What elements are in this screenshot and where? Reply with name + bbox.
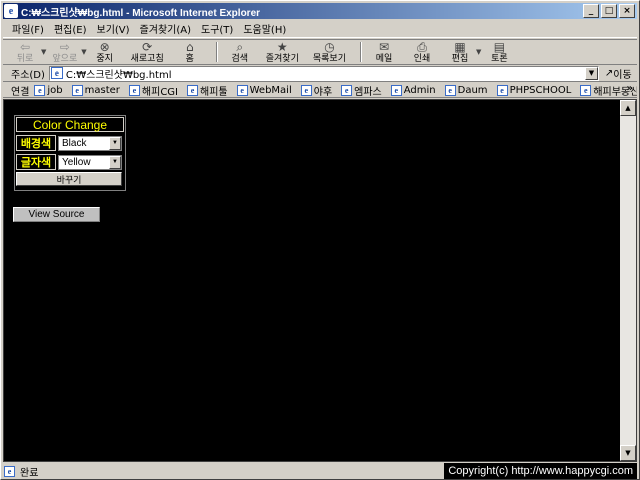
standard-toolbar: ⇦ 뒤로 ▼ ⇨ 앞으로 ▼ ⊗ 중지 ⟳ 새로고침 ⌂ 홈 ⌕ 검색 ★ 즐겨…	[3, 39, 637, 65]
address-dropdown-icon[interactable]: ▼	[584, 66, 598, 80]
page-icon: e	[496, 84, 508, 96]
home-button[interactable]: ⌂ 홈	[178, 39, 202, 65]
forward-arrow-icon: ⇨	[59, 40, 70, 54]
view-source-button[interactable]: View Source	[13, 207, 100, 222]
page-icon: e	[341, 84, 353, 96]
menu-file[interactable]: 파일(F)	[12, 21, 44, 36]
edit-button[interactable]: ▦ 편집	[448, 39, 472, 65]
link-yahoo[interactable]: e 야후	[300, 83, 332, 97]
history-button[interactable]: ◷ 목록보기	[313, 39, 346, 65]
text-color-select[interactable]: Yellow ▼	[58, 154, 122, 170]
favorites-icon: ★	[276, 40, 288, 54]
address-input[interactable]: e C:₩스크린샷₩bg.html ▼	[48, 65, 599, 81]
address-label: 주소(D)	[11, 69, 45, 81]
discuss-button[interactable]: ▤ 토론	[487, 39, 511, 65]
refresh-icon: ⟳	[142, 40, 153, 54]
scroll-down-button[interactable]: ▼	[620, 445, 636, 461]
link-admin[interactable]: e Admin	[390, 84, 436, 96]
forward-button[interactable]: ⇨ 앞으로	[52, 39, 77, 65]
menu-favorites[interactable]: 즐겨찾기(A)	[140, 21, 191, 36]
link-happycgi[interactable]: e 해피CGI	[128, 83, 178, 97]
text-color-label: 글자색	[16, 154, 56, 170]
bg-color-select[interactable]: Black ▼	[58, 135, 122, 151]
browser-window: e C:₩스크린샷₩bg.html - Microsoft Internet E…	[0, 0, 640, 480]
mail-icon: ✉	[378, 40, 390, 54]
maximize-button[interactable]: □	[601, 4, 617, 18]
page-icon: e	[128, 84, 140, 96]
page-icon: e	[71, 84, 83, 96]
address-bar: 주소(D) e C:₩스크린샷₩bg.html ▼ ↗ 이동	[3, 65, 637, 82]
menu-edit[interactable]: 편집(E)	[54, 21, 87, 36]
go-button[interactable]: ↗ 이동	[605, 66, 632, 81]
chevron-down-icon[interactable]: ▼	[109, 136, 121, 150]
change-button[interactable]: 바꾸기	[15, 171, 123, 187]
page-icon: e	[187, 84, 199, 96]
link-happytool[interactable]: e 해피툴	[186, 83, 228, 97]
text-color-value: Yellow	[62, 156, 91, 168]
print-button[interactable]: ⎙ 인쇄	[410, 39, 434, 65]
more-links-icon[interactable]: »	[627, 83, 633, 94]
print-icon: ⎙	[417, 39, 427, 54]
back-arrow-icon: ⇦	[19, 40, 31, 54]
color-change-form: Color Change 배경색 Black ▼ 글자색 Yellow ▼ 바꾸…	[14, 115, 126, 191]
search-button[interactable]: ⌕ 검색	[228, 39, 252, 65]
go-arrow-icon: ↗	[604, 67, 614, 79]
page-icon: e	[300, 84, 312, 96]
mail-button[interactable]: ✉ 메일	[372, 39, 396, 65]
link-job[interactable]: e job	[33, 84, 63, 96]
favorites-button[interactable]: ★ 즐겨찾기	[266, 39, 299, 65]
page-icon: e	[580, 84, 592, 96]
toolbar-separator	[360, 42, 362, 62]
form-title: Color Change	[16, 117, 124, 132]
bg-color-value: Black	[62, 137, 87, 149]
stop-icon: ⊗	[99, 40, 110, 54]
toolbar-separator	[215, 42, 218, 62]
stop-button[interactable]: ⊗ 중지	[93, 39, 117, 65]
menu-help[interactable]: 도움말(H)	[243, 21, 286, 36]
home-icon: ⌂	[185, 40, 194, 54]
link-daum[interactable]: e Daum	[444, 84, 488, 96]
title-bar[interactable]: e C:₩스크린샷₩bg.html - Microsoft Internet E…	[3, 3, 637, 19]
close-button[interactable]: ×	[619, 4, 635, 18]
bg-color-row: 배경색 Black ▼	[16, 134, 124, 152]
vertical-scrollbar[interactable]: ▲ ▼	[620, 100, 636, 461]
page-icon: e	[4, 465, 15, 477]
link-phpschool[interactable]: e PHPSCHOOL	[496, 84, 571, 96]
page-viewport: Color Change 배경색 Black ▼ 글자색 Yellow ▼ 바꾸…	[3, 99, 637, 462]
link-empas[interactable]: e 엠파스	[340, 83, 382, 97]
status-bar: e 완료 Copyright(c) http://www.happycgi.co…	[3, 463, 637, 479]
links-bar: 연결 e job e master e 해피CGI e 해피툴 e WebMail e 야후…	[3, 83, 637, 98]
window-title: C:₩스크린샷₩bg.html - Microsoft Internet Exp…	[21, 7, 261, 19]
link-master[interactable]: e master	[71, 84, 120, 96]
back-button[interactable]: ⇦ 뒤로	[13, 39, 37, 65]
bg-color-label: 배경색	[16, 135, 56, 151]
scroll-up-button[interactable]: ▲	[620, 100, 636, 116]
edit-icon: ▦	[454, 40, 466, 54]
menu-bar: 파일(F) 편집(E) 보기(V) 즐겨찾기(A) 도구(T) 도움말(H)	[3, 20, 637, 38]
search-icon: ⌕	[236, 39, 244, 54]
minimize-button[interactable]: _	[583, 4, 599, 18]
link-webmail[interactable]: e WebMail	[236, 84, 292, 96]
page-icon: e	[50, 67, 63, 79]
status-text: 완료	[20, 467, 39, 479]
page-icon: e	[34, 84, 46, 96]
back-dropdown-icon[interactable]: ▼	[41, 48, 46, 56]
copyright-text: Copyright(c) http://www.happycgi.com	[444, 463, 637, 479]
page-icon: e	[390, 84, 402, 96]
discuss-icon: ▤	[493, 40, 506, 54]
edit-dropdown-icon[interactable]: ▼	[476, 48, 481, 56]
page-icon: e	[444, 84, 456, 96]
forward-dropdown-icon[interactable]: ▼	[81, 48, 86, 56]
ie-logo-icon: e	[4, 4, 18, 18]
menu-view[interactable]: 보기(V)	[97, 21, 130, 36]
history-icon: ◷	[324, 40, 335, 54]
refresh-button[interactable]: ⟳ 새로고침	[131, 39, 164, 65]
chevron-down-icon[interactable]: ▼	[109, 155, 121, 169]
menu-tools[interactable]: 도구(T)	[201, 21, 233, 36]
links-label: 연결	[11, 86, 30, 98]
page-icon: e	[236, 84, 248, 96]
address-value: C:₩스크린샷₩bg.html	[65, 69, 172, 81]
text-color-row: 글자색 Yellow ▼	[16, 153, 124, 171]
